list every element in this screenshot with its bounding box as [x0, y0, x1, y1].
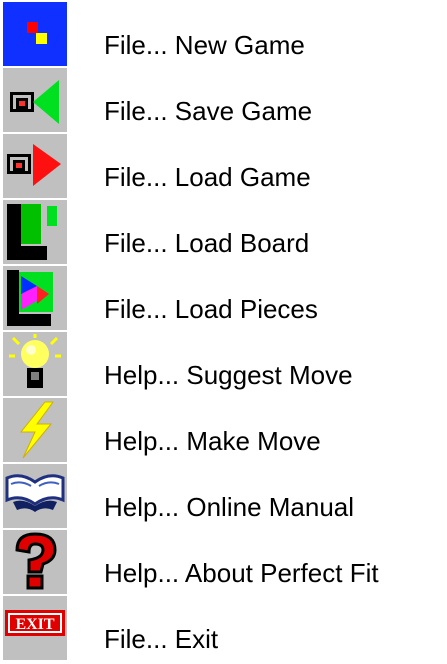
legend-label-online-manual: Help... Online Manual — [104, 492, 355, 522]
legend-row-save-game: File... Save Game — [0, 66, 447, 132]
legend-row-load-board: File... Load Board — [0, 198, 447, 264]
legend-row-new-game: File... New Game — [0, 0, 447, 66]
legend-label-about: Help... About Perfect Fit — [104, 558, 379, 588]
legend-label-make-move: Help... Make Move — [104, 426, 321, 456]
legend-row-online-manual: Help... Online Manual — [0, 462, 447, 528]
legend-label-load-game: File... Load Game — [104, 162, 311, 192]
load-pieces-icon[interactable] — [3, 266, 67, 330]
legend-label-save-game: File... Save Game — [104, 96, 313, 126]
legend-label-suggest-move: Help... Suggest Move — [104, 360, 353, 390]
exit-icon[interactable]: EXIT — [3, 596, 67, 660]
legend-row-about: Help... About Perfect Fit — [0, 528, 447, 594]
load-board-icon[interactable] — [3, 200, 67, 264]
legend-row-load-game: File... Load Game — [0, 132, 447, 198]
question-mark-icon[interactable] — [3, 530, 67, 594]
lightbulb-icon[interactable] — [3, 332, 67, 396]
legend-row-load-pieces: File... Load Pieces — [0, 264, 447, 330]
new-game-icon[interactable] — [3, 2, 67, 66]
exit-icon-text: EXIT — [15, 616, 54, 633]
save-game-icon[interactable] — [3, 68, 67, 132]
legend-row-suggest-move: Help... Suggest Move — [0, 330, 447, 396]
book-icon[interactable] — [3, 464, 67, 528]
legend-row-make-move: Help... Make Move — [0, 396, 447, 462]
legend-label-new-game: File... New Game — [104, 30, 305, 60]
legend-label-exit: File... Exit — [104, 624, 219, 654]
legend-label-load-pieces: File... Load Pieces — [104, 294, 318, 324]
legend-label-load-board: File... Load Board — [104, 228, 310, 258]
lightning-icon[interactable] — [3, 398, 67, 462]
load-game-icon[interactable] — [3, 134, 67, 198]
legend-row-exit: EXIT File... Exit — [0, 594, 447, 660]
